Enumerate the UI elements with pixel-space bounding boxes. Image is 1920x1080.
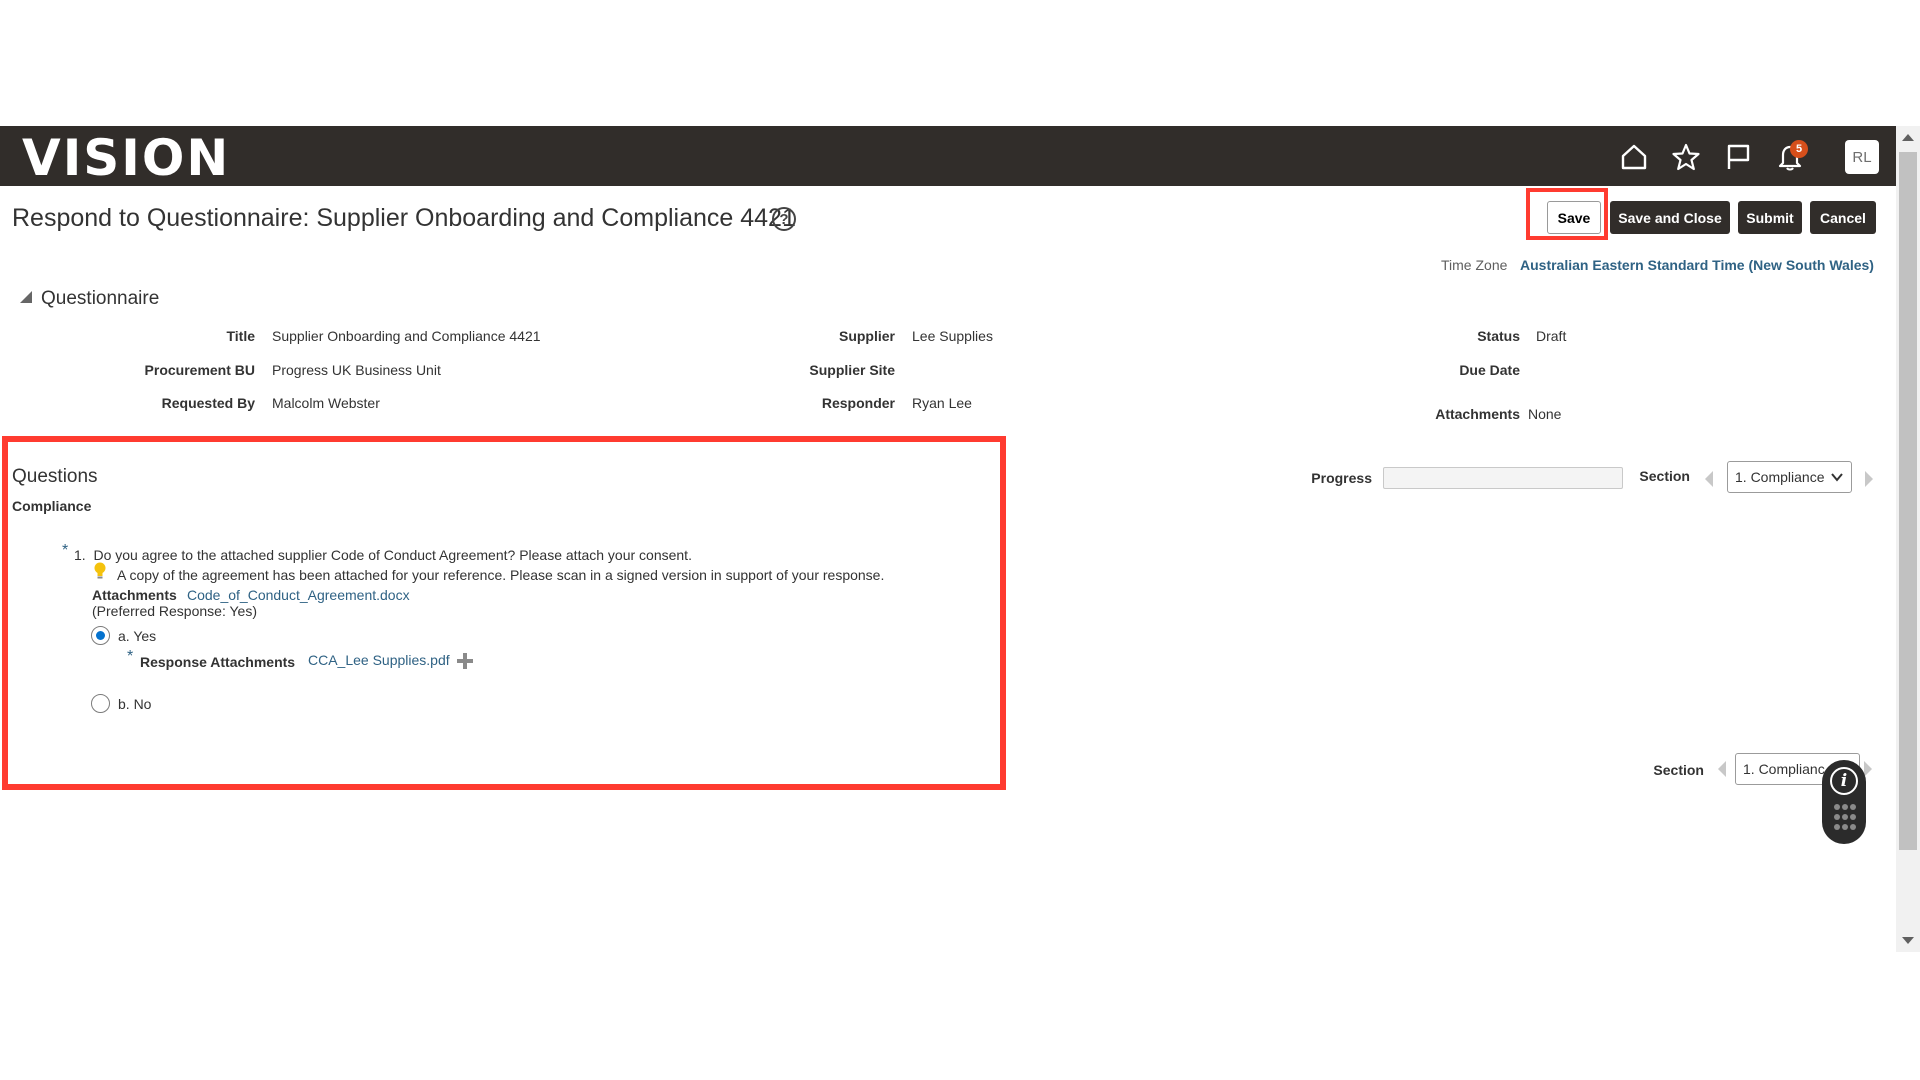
title-value: Supplier Onboarding and Compliance 4421 — [272, 328, 541, 344]
add-attachment-plus-icon[interactable] — [456, 652, 474, 670]
time-zone-value[interactable]: Australian Eastern Standard Time (New So… — [1520, 257, 1874, 273]
next-section-icon[interactable] — [1865, 471, 1873, 487]
save-button[interactable]: Save — [1547, 201, 1601, 234]
response-attachments-label: Response Attachments — [140, 654, 296, 670]
section-label-bottom: Section — [1653, 762, 1704, 778]
supplier-label: Supplier — [838, 328, 895, 344]
progress-bar — [1383, 467, 1623, 489]
top-blank-area — [0, 0, 1920, 126]
section-select-bottom-value: 1. Complianc — [1743, 761, 1825, 777]
status-value: Draft — [1536, 328, 1567, 344]
info-icon[interactable]: i — [1830, 767, 1858, 795]
title-label: Title — [226, 328, 255, 344]
help-icon[interactable]: ? — [772, 207, 796, 231]
procurement-bu-value: Progress UK Business Unit — [272, 362, 441, 378]
lightbulb-icon — [93, 562, 107, 580]
required-star-icon: * — [62, 542, 69, 559]
notification-badge: 5 — [1790, 140, 1808, 158]
grid-dots-icon[interactable] — [1834, 804, 1856, 832]
scrollbar-thumb[interactable] — [1899, 152, 1917, 850]
responder-value: Ryan Lee — [912, 395, 972, 411]
global-header: VISION 5 RL — [0, 126, 1896, 186]
question-body: Do you agree to the attached supplier Co… — [93, 547, 692, 563]
question-hint: A copy of the agreement has been attache… — [117, 567, 885, 583]
time-zone-label: Time Zone — [1441, 257, 1508, 273]
submit-button[interactable]: Submit — [1738, 201, 1802, 234]
questions-section-name: Compliance — [12, 498, 92, 514]
requested-by-label: Requested By — [161, 395, 255, 411]
save-and-close-button[interactable]: Save and Close — [1610, 201, 1730, 234]
question-attachments-label: Attachments — [92, 587, 177, 603]
due-date-label: Due Date — [1459, 362, 1520, 378]
required-star-icon: * — [127, 648, 134, 665]
option-yes-label[interactable]: a. Yes — [118, 628, 156, 644]
home-icon[interactable] — [1619, 142, 1649, 172]
page-title: Respond to Questionnaire: Supplier Onboa… — [12, 204, 796, 232]
section-label: Section — [1639, 468, 1690, 484]
radio-yes[interactable] — [91, 626, 110, 645]
question-number: 1. — [74, 547, 86, 563]
vertical-scrollbar[interactable] — [1896, 126, 1920, 952]
floating-help-widget[interactable]: i — [1822, 760, 1866, 844]
section-select[interactable]: 1. Compliance — [1727, 461, 1852, 493]
supplier-value: Lee Supplies — [912, 328, 993, 344]
attachments-value: None — [1528, 406, 1562, 422]
vision-logo[interactable]: VISION — [22, 132, 230, 184]
user-avatar[interactable]: RL — [1845, 140, 1879, 174]
previous-section-icon[interactable] — [1705, 471, 1713, 487]
cancel-button[interactable]: Cancel — [1810, 201, 1876, 234]
supplier-site-label: Supplier Site — [809, 362, 895, 378]
question-attachment-link[interactable]: Code_of_Conduct_Agreement.docx — [187, 587, 410, 603]
radio-no[interactable] — [91, 694, 110, 713]
scroll-up-arrow-icon[interactable] — [1902, 134, 1914, 141]
section-select-value: 1. Compliance — [1735, 469, 1825, 485]
procurement-bu-label: Procurement BU — [144, 362, 255, 378]
flag-icon[interactable] — [1723, 142, 1753, 172]
next-section-bottom-icon[interactable] — [1864, 761, 1872, 777]
progress-label: Progress — [1311, 470, 1372, 486]
question-text: 1. Do you agree to the attached supplier… — [74, 547, 692, 563]
attachments-label: Attachments — [1435, 406, 1520, 422]
star-icon[interactable] — [1671, 142, 1701, 172]
preferred-response: (Preferred Response: Yes) — [92, 603, 257, 619]
previous-section-bottom-icon[interactable] — [1718, 761, 1726, 777]
scroll-down-arrow-icon[interactable] — [1902, 937, 1914, 944]
status-label: Status — [1477, 328, 1520, 344]
questions-heading: Questions — [12, 466, 98, 487]
questionnaire-section-title[interactable]: Questionnaire — [41, 288, 159, 310]
option-no-label[interactable]: b. No — [118, 696, 151, 712]
chevron-down-icon — [1831, 473, 1843, 482]
requested-by-value: Malcolm Webster — [272, 395, 380, 411]
response-attachment-link[interactable]: CCA_Lee Supplies.pdf — [308, 652, 450, 668]
collapse-triangle-icon[interactable] — [20, 291, 32, 303]
responder-label: Responder — [821, 395, 895, 411]
